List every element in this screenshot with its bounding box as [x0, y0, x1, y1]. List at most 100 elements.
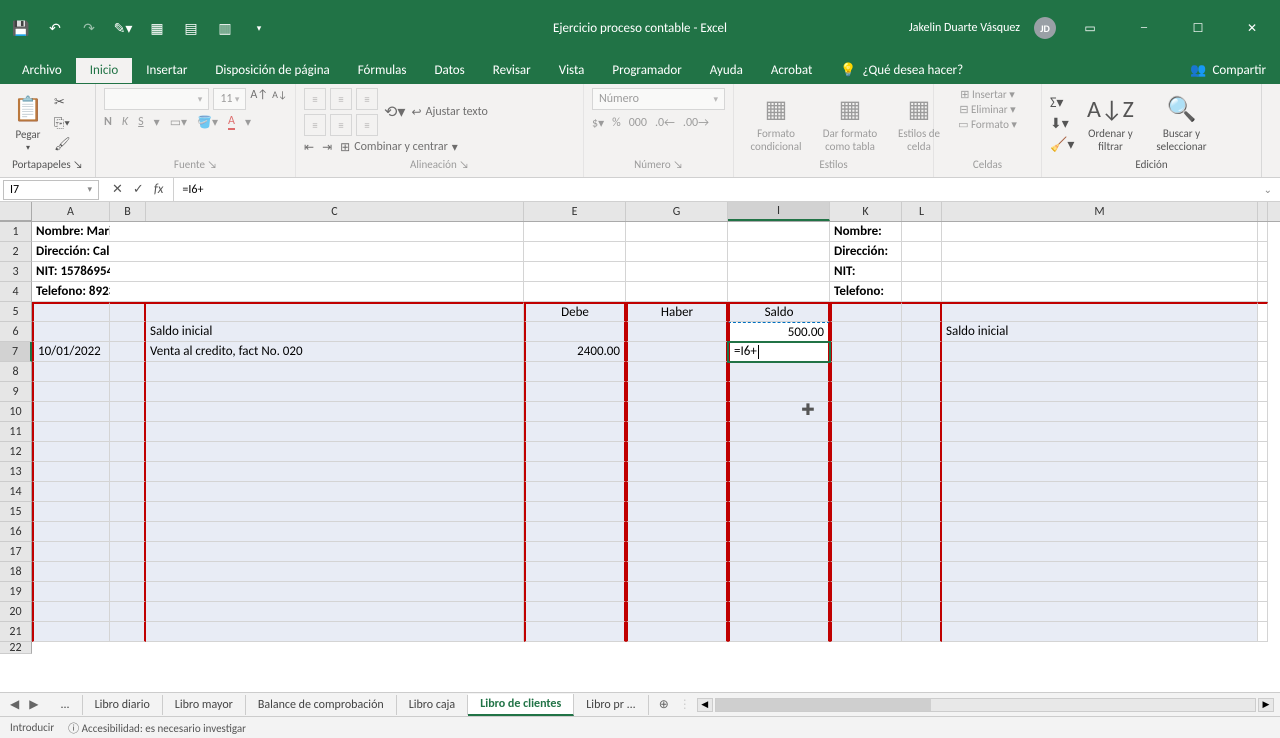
share-button[interactable]: 👥Compartir: [1176, 63, 1280, 78]
table-icon-1[interactable]: ▦: [148, 19, 166, 37]
sheet-tab-caja[interactable]: Libro caja: [397, 695, 468, 715]
cell[interactable]: Nombre:: [830, 222, 902, 242]
sort-filter-button[interactable]: A↓ZOrdenar y filtrar: [1080, 91, 1140, 155]
select-all-corner[interactable]: [0, 202, 32, 221]
orientation-icon[interactable]: ⟲▾: [384, 102, 405, 122]
tab-prev-icon[interactable]: ◀: [10, 697, 19, 712]
tab-insertar[interactable]: Insertar: [132, 58, 201, 83]
close-button[interactable]: ✕: [1232, 14, 1272, 42]
sheet-tab-mayor[interactable]: Libro mayor: [163, 695, 246, 715]
font-color-button[interactable]: A: [228, 114, 235, 130]
add-sheet-button[interactable]: ⊕: [649, 697, 679, 712]
wrap-text-button[interactable]: ↩Ajustar texto: [411, 105, 487, 120]
cancel-formula-icon[interactable]: ✕: [112, 182, 123, 197]
minimize-button[interactable]: ─: [1124, 14, 1164, 42]
clear-icon[interactable]: 🧹▾: [1050, 136, 1074, 153]
bold-button[interactable]: N: [104, 115, 112, 129]
ribbon-options-icon[interactable]: ▭: [1070, 14, 1110, 42]
format-painter-icon[interactable]: 🖌: [54, 137, 71, 152]
conditional-format-button[interactable]: ▦Formato condicional: [742, 91, 810, 155]
sheet-tab-clientes[interactable]: Libro de clientes: [468, 694, 574, 716]
italic-button[interactable]: K: [122, 115, 128, 129]
scroll-right-button[interactable]: ▶: [1258, 698, 1274, 712]
hscroll-thumb[interactable]: [716, 699, 932, 711]
autosum-icon[interactable]: Σ▾: [1050, 94, 1074, 111]
insert-cells-button[interactable]: ⊞ Insertar ▾: [960, 88, 1015, 101]
font-name-select[interactable]: [104, 88, 209, 110]
col-K[interactable]: K: [830, 202, 902, 221]
tab-datos[interactable]: Datos: [420, 58, 478, 83]
merge-button[interactable]: ⊞Combinar y centrar▾: [340, 140, 458, 155]
sheet-more[interactable]: ...: [48, 695, 82, 715]
cell-grid[interactable]: Nombre: Maria Zoy Aldana Nombre: Direcci…: [32, 222, 1268, 642]
sheet-tab-diario[interactable]: Libro diario: [83, 695, 163, 715]
fx-icon[interactable]: fx: [154, 182, 164, 197]
col-I[interactable]: I: [728, 202, 830, 221]
tab-acrobat[interactable]: Acrobat: [757, 58, 827, 83]
comma-format-icon[interactable]: 000: [629, 116, 647, 131]
col-C[interactable]: C: [146, 202, 524, 221]
cut-icon[interactable]: ✂: [54, 95, 71, 110]
maximize-button[interactable]: ☐: [1178, 14, 1218, 42]
col-A[interactable]: A: [32, 202, 110, 221]
shrink-font-icon[interactable]: A↓: [272, 88, 287, 110]
hscroll-track[interactable]: [715, 698, 1256, 712]
worksheet[interactable]: A B C E G I K L M 1234567891011121314151…: [0, 202, 1280, 692]
enter-formula-icon[interactable]: ✓: [133, 182, 144, 197]
fill-icon[interactable]: ⬇▾: [1050, 115, 1074, 132]
save-icon[interactable]: 💾: [12, 19, 30, 37]
align-buttons[interactable]: ≡≡≡≡≡≡: [304, 88, 378, 136]
formula-bar: I7▾ ✕ ✓ fx =I6+ ⌄: [0, 178, 1280, 202]
table-icon-3[interactable]: ▥: [216, 19, 234, 37]
format-table-button[interactable]: ▦Dar formato como tabla: [816, 91, 884, 155]
tell-me[interactable]: 💡¿Qué desea hacer?: [826, 58, 977, 83]
tab-disposicion[interactable]: Disposición de página: [201, 58, 343, 83]
tab-vista[interactable]: Vista: [545, 58, 599, 83]
paste-button[interactable]: 📋Pegar▾: [8, 92, 48, 155]
col-L[interactable]: L: [902, 202, 942, 221]
indent-dec-icon[interactable]: ⇤: [304, 140, 314, 155]
tab-ayuda[interactable]: Ayuda: [696, 58, 757, 83]
active-cell[interactable]: =I6+: [728, 342, 830, 362]
cell[interactable]: Nombre: Maria Zoy Aldana: [32, 222, 110, 242]
col-B[interactable]: B: [110, 202, 146, 221]
number-format-select[interactable]: Número: [592, 88, 725, 110]
redo-icon[interactable]: ↷: [80, 19, 98, 37]
tab-revisar[interactable]: Revisar: [479, 58, 545, 83]
sheet-tab-pr[interactable]: Libro pr ...: [574, 695, 648, 715]
inc-decimal-icon[interactable]: .0←: [655, 116, 675, 131]
name-box[interactable]: I7▾: [3, 180, 99, 200]
col-M[interactable]: M: [942, 202, 1258, 221]
undo-icon[interactable]: ↶: [46, 19, 64, 37]
qat-more-icon[interactable]: ▾: [250, 19, 268, 37]
col-G[interactable]: G: [626, 202, 728, 221]
tab-formulas[interactable]: Fórmulas: [344, 58, 421, 83]
expand-formula-icon[interactable]: ⌄: [1256, 183, 1280, 196]
status-accessibility: ⓘ Accesibilidad: es necesario investigar: [68, 720, 246, 736]
tab-inicio[interactable]: Inicio: [76, 58, 132, 83]
font-size-select[interactable]: 11: [213, 88, 246, 110]
border-button[interactable]: ▭▾: [170, 115, 187, 130]
grow-font-icon[interactable]: A↑: [250, 88, 268, 110]
underline-button[interactable]: S: [138, 115, 144, 129]
tab-archivo[interactable]: Archivo: [8, 58, 76, 83]
percent-format-icon[interactable]: %: [612, 116, 621, 131]
dec-decimal-icon[interactable]: .00→: [683, 116, 709, 131]
delete-cells-button[interactable]: ⊟ Eliminar ▾: [959, 103, 1015, 116]
find-select-button[interactable]: 🔍Buscar y seleccionar: [1146, 91, 1216, 155]
tab-next-icon[interactable]: ▶: [29, 697, 38, 712]
row-headers[interactable]: 12345678910111213141516171819202122: [0, 222, 32, 654]
table-icon-2[interactable]: ▤: [182, 19, 200, 37]
pen-icon[interactable]: ✎▾: [114, 19, 132, 37]
user-avatar[interactable]: JD: [1034, 17, 1056, 39]
indent-inc-icon[interactable]: ⇥: [322, 140, 332, 155]
copy-icon[interactable]: ⎘▾: [54, 116, 71, 131]
tab-programador[interactable]: Programador: [598, 58, 695, 83]
format-cells-button[interactable]: ▭ Formato ▾: [958, 118, 1017, 131]
scroll-left-button[interactable]: ◀: [697, 698, 713, 712]
formula-input[interactable]: =I6+: [174, 178, 1255, 201]
col-E[interactable]: E: [524, 202, 626, 221]
accounting-format-icon[interactable]: $▾: [592, 116, 604, 131]
fill-color-button[interactable]: 🪣▾: [197, 115, 218, 130]
sheet-tab-balance[interactable]: Balance de comprobación: [246, 695, 397, 715]
